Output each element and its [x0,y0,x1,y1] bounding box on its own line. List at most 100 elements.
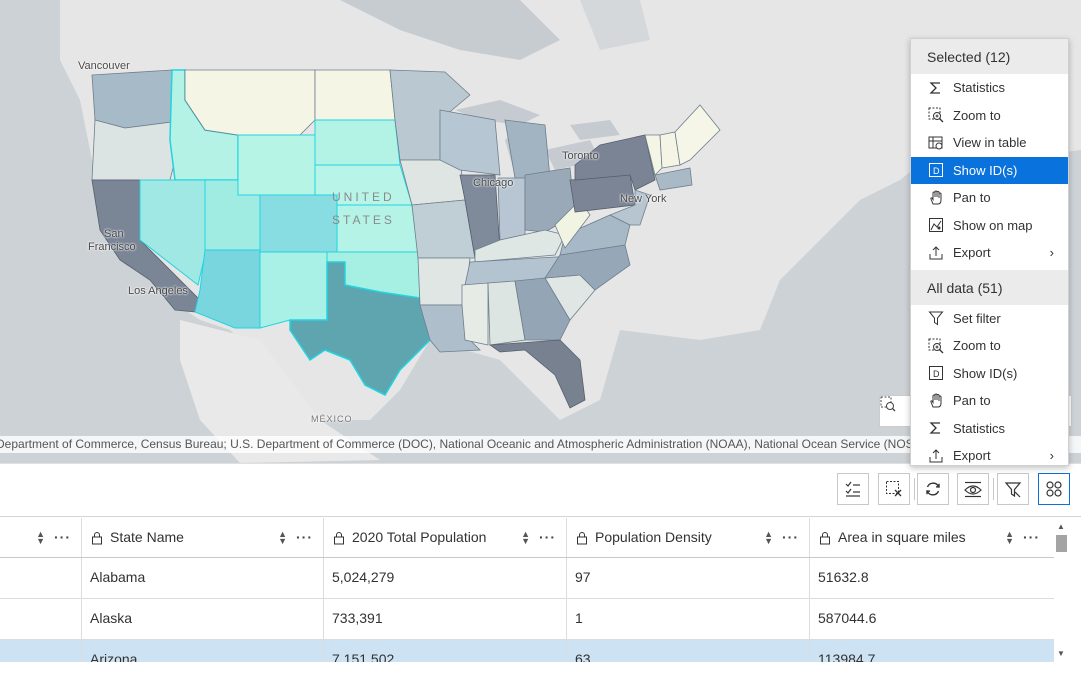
show-selection-button[interactable] [837,473,869,505]
menu-item-set-filter[interactable]: Set filter [911,305,1068,333]
menu-item-zoom-to-all[interactable]: Zoom to [911,332,1068,360]
eye-icon [964,481,982,498]
menu-item-label: Show ID(s) [953,365,1018,381]
column-menu-icon[interactable]: ··· [296,518,313,557]
column-menu-icon[interactable]: ··· [1023,518,1040,557]
table-cell: 5,024,279 [324,558,567,598]
sort-icon[interactable]: ▲ ▼ [521,530,530,546]
scroll-down-icon[interactable]: ▼ [1057,649,1065,658]
menu-item-label: View in table [953,135,1027,151]
table-cell: 1 [567,599,810,639]
menu-item-label: Export [953,448,991,464]
more-options-button[interactable] [1038,473,1070,505]
column-menu-icon[interactable]: ··· [782,518,799,557]
scrollbar-thumb[interactable] [1056,535,1067,552]
table-cell: 113984.7 [818,651,876,662]
column-header-state-name[interactable]: State Name ▲ ▼ ··· [82,518,324,557]
chevron-right-icon: › [1049,245,1054,261]
table-cell [0,640,82,662]
table-cell [0,599,82,639]
id-icon: D [927,364,945,382]
sort-icon[interactable]: ▲ ▼ [36,530,45,546]
table-cell: 51632.8 [818,569,869,585]
map-label-toronto: Toronto [562,150,599,162]
zoom-to-icon [927,106,945,124]
refresh-button[interactable] [917,473,949,505]
menu-item-label: Show ID(s) [953,162,1018,178]
filter-icon [927,309,945,327]
table-scrollbar[interactable]: ▲ ▼ [1054,518,1069,662]
menu-item-show-on-map[interactable]: Show on map [911,212,1068,240]
table-row[interactable]: Alaska 733,391 1 587044.6 [0,599,1054,640]
menu-item-pan-to[interactable]: Pan to [911,184,1068,212]
select-tool-button[interactable] [879,395,913,427]
select-zoom-icon [880,396,896,412]
menu-item-zoom-to[interactable]: Zoom to [911,102,1068,130]
sort-icon[interactable]: ▲ ▼ [764,530,773,546]
table-header-row: ▲ ▼ ··· State Name ▲ ▼ ··· 2020 Total Popu… [0,518,1054,558]
menu-item-export-all[interactable]: Export › [911,442,1068,470]
clear-selection-button[interactable] [878,473,910,505]
filter-button[interactable] [997,473,1029,505]
id-icon: D [927,161,945,179]
table-cell: 587044.6 [818,610,877,626]
map-label-mexico: MÉXICO [311,414,353,424]
toolbar-separator [914,478,915,500]
column-header-area[interactable]: Area in square miles ▲ ▼ ··· [810,518,1054,557]
map-label-san-francisco-1: San [104,228,124,240]
filter-icon [1004,482,1022,498]
map-icon [927,216,945,234]
map-label-chicago: Chicago [473,177,514,189]
map-label-states: STATES [332,213,395,227]
lock-icon [577,531,587,544]
menu-item-export-selected[interactable]: Export › [911,239,1068,267]
id-icon-glyph: D [933,166,940,176]
column-header-density[interactable]: Population Density ▲ ▼ ··· [567,518,810,557]
hand-icon [927,189,945,207]
grid-options-icon [1046,481,1062,497]
show-hide-columns-button[interactable] [957,473,989,505]
column-header-label: State Name [110,529,184,545]
menu-item-label: Statistics [953,420,1006,436]
sort-icon[interactable]: ▲ ▼ [1005,530,1014,546]
table-cell: Alabama [82,558,324,598]
zoom-to-icon [927,337,945,355]
sigma-icon [927,79,945,97]
column-header-label: Population Density [595,529,712,545]
menu-item-statistics[interactable]: Statistics [911,74,1068,102]
menu-header-selected: Selected (12) [911,39,1068,74]
menu-item-pan-to-all[interactable]: Pan to [911,387,1068,415]
table-cell: Arizona [82,640,324,662]
scroll-up-icon[interactable]: ▲ [1057,522,1065,531]
menu-item-label: Set filter [953,310,1001,326]
table-cell: 7,151,502 [324,640,567,662]
map-label-san-francisco-2: Francisco [88,241,136,253]
attribute-table: ▲ ▼ ··· State Name ▲ ▼ ··· 2020 Total Popu… [0,518,1054,662]
column-menu-icon[interactable]: ··· [539,518,556,557]
hand-icon [927,392,945,410]
column-header-id[interactable]: ▲ ▼ ··· [0,518,82,557]
column-header-label: Area in square miles [838,529,966,545]
lock-icon [334,531,344,544]
menu-header-all-data: All data (51) [911,269,1068,305]
map-label-new-york: New York [620,193,667,205]
sort-icon[interactable]: ▲ ▼ [278,530,287,546]
column-header-population[interactable]: 2020 Total Population ▲ ▼ ··· [324,518,567,557]
lock-icon [820,531,830,544]
map-label-los-angeles: Los Angeles [128,285,188,297]
lock-icon [92,531,102,544]
checklist-icon [845,481,860,497]
table-row-selected[interactable]: Arizona 7,151,502 63 113984.7 [0,640,1054,662]
id-icon-glyph: D [933,369,940,379]
menu-item-view-in-table[interactable]: View in table [911,129,1068,157]
menu-item-statistics-all[interactable]: Statistics [911,415,1068,443]
menu-item-label: Zoom to [953,338,1001,354]
menu-item-show-ids-all[interactable]: D Show ID(s) [911,360,1068,388]
menu-item-label: Export [953,245,991,261]
table-cell [0,558,82,598]
menu-item-show-ids[interactable]: D Show ID(s) [911,156,1068,184]
table-options-menu: Selected (12) Statistics Zoom to View in… [910,38,1069,466]
column-menu-icon[interactable]: ··· [54,518,71,557]
table-toolbar [0,464,1081,517]
table-row[interactable]: Alabama 5,024,279 97 51632.8 [0,558,1054,599]
